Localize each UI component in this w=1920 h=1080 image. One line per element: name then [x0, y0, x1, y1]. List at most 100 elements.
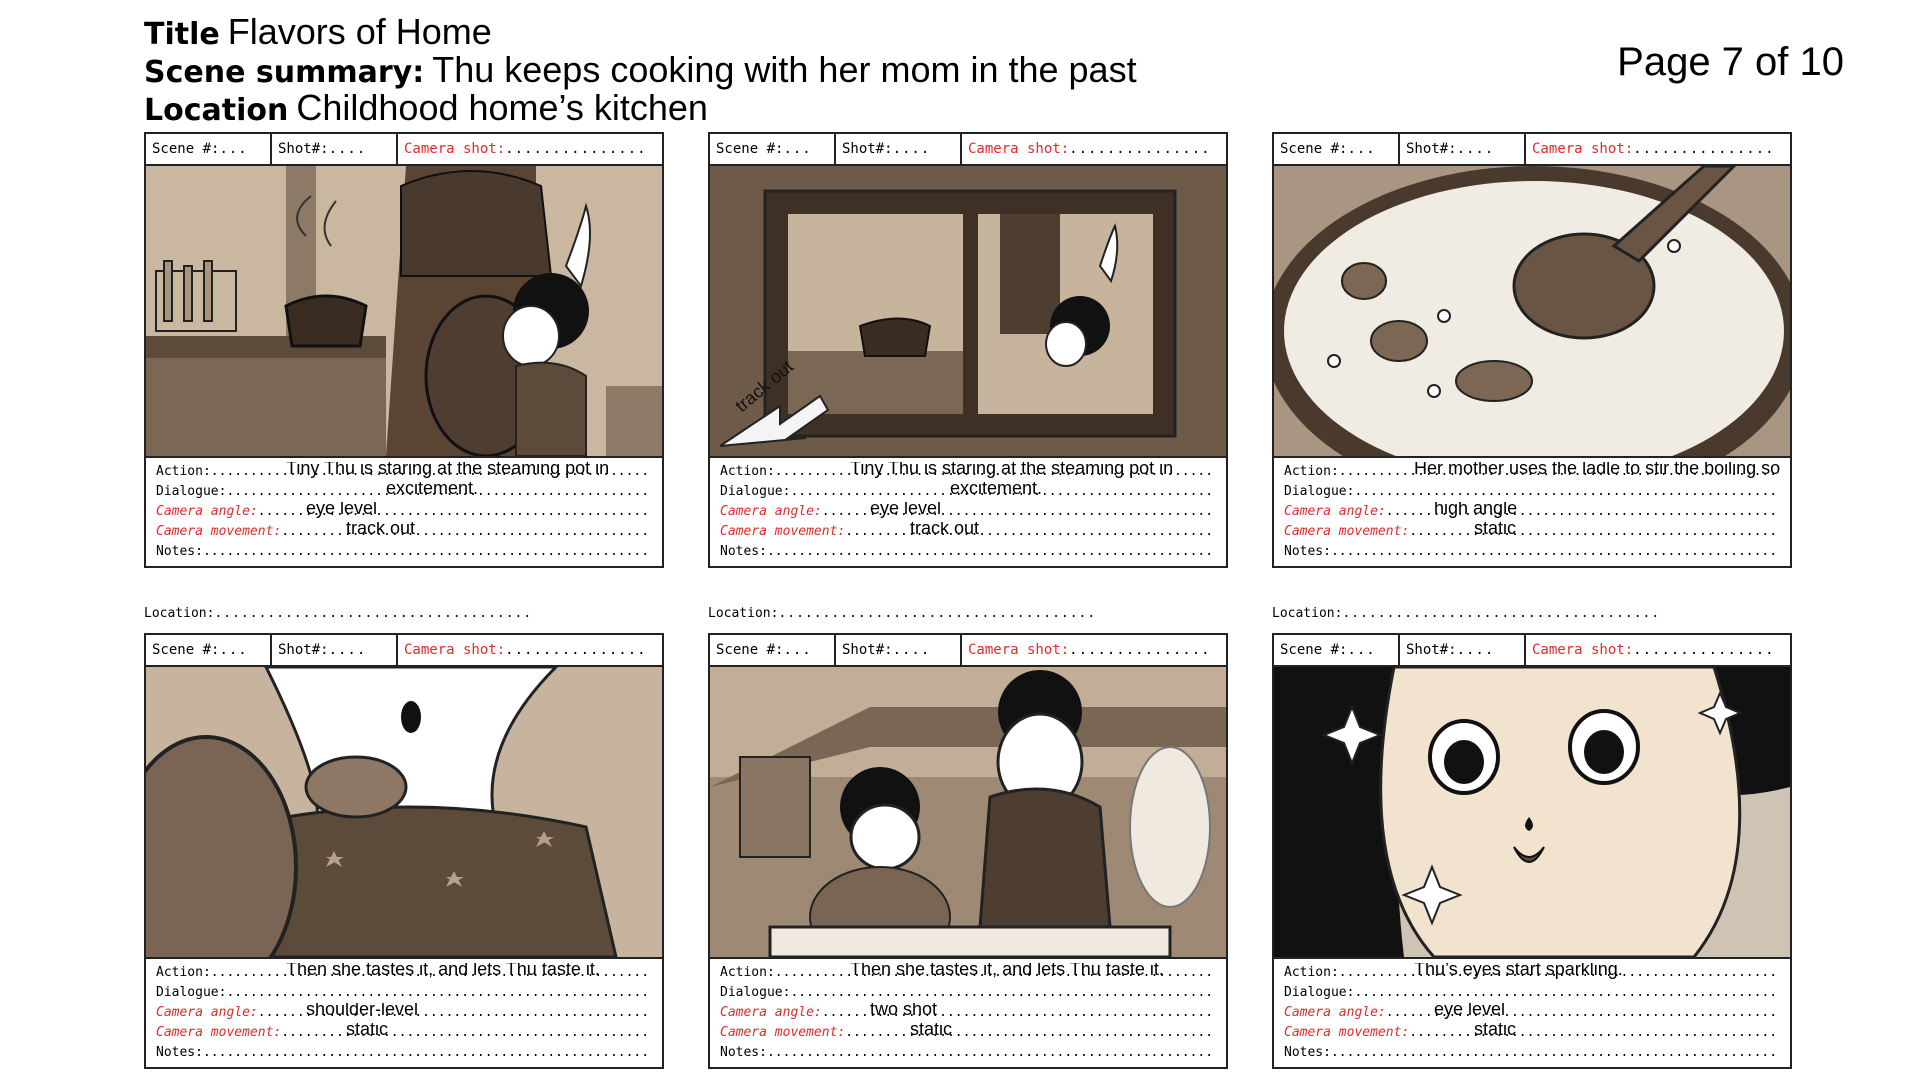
- notes-label: Notes:: [156, 1045, 203, 1060]
- camera-movement-row: Camera movement:........................…: [1284, 522, 1780, 542]
- camera-movement-row: Camera movement:........................…: [720, 522, 1216, 542]
- notes-label: Notes:: [1284, 1045, 1331, 1060]
- camera-angle-row: Camera angle:...........................…: [720, 1003, 1216, 1023]
- panel-notes: Action:.................................…: [1274, 458, 1790, 562]
- action-label: Action:: [1284, 965, 1339, 980]
- shot-field: Shot#:....7.3.1: [272, 635, 398, 665]
- camera-movement-value: static: [346, 1023, 389, 1039]
- camera-angle-label: Camera angle:: [1284, 1005, 1386, 1020]
- notes-row: Notes:..................................…: [1284, 544, 1780, 559]
- action-label: Action:: [156, 965, 211, 980]
- location-field-label: Location:: [144, 606, 215, 621]
- dialogue-row: Dialogue:...............................…: [1284, 985, 1780, 1000]
- action-value: Then she tastes it, and lets Thu taste i…: [286, 963, 600, 979]
- action-row: Action:.................................…: [1284, 462, 1780, 482]
- summary-line: Scene summary: Thu keeps cooking with her…: [144, 52, 1137, 88]
- dialogue-row: Dialogue:...............................…: [720, 482, 1216, 502]
- camera-movement-row: Camera movement:........................…: [1284, 1023, 1780, 1043]
- dialogue-label: Dialogue:: [156, 985, 227, 1000]
- title-line: Title Flavors of Home: [144, 14, 492, 50]
- scene-field: Scene #:...: [1274, 134, 1400, 164]
- storyboard-panel: Scene #:...Shot#:....7.1 Camera shot:....…: [708, 132, 1228, 568]
- camera-angle-label: Camera angle:: [1284, 504, 1386, 519]
- camera-angle-label: Camera angle:: [720, 1005, 822, 1020]
- camera-movement-label: Camera movement:: [156, 1025, 282, 1040]
- panel-artwork: [710, 667, 1226, 959]
- notes-label: Notes:: [1284, 544, 1331, 559]
- scene-summary: Thu keeps cooking with her mom in the pa…: [432, 49, 1137, 90]
- camera-angle-row: Camera angle:...........................…: [156, 1003, 652, 1023]
- panel-artwork: [1274, 166, 1790, 458]
- storyboard-panel: Scene #:...Shot#:....7.4 Camera shot:....…: [1272, 633, 1792, 1069]
- camera-angle-value: two shot: [870, 1003, 938, 1019]
- location-field-label: Location:: [1272, 606, 1343, 621]
- dialogue-label: Dialogue:: [1284, 985, 1355, 1000]
- scene-label: Scene #:: [716, 642, 784, 658]
- panel-title-bar: Scene #:...Shot#:....7.4 Camera shot:....…: [1274, 635, 1790, 667]
- panel-title-bar: Scene #:...Shot#:....7.1 Camera shot:....…: [710, 134, 1226, 166]
- dialogue-value: excitement.: [386, 482, 479, 498]
- shot-label: Shot#:: [278, 141, 329, 157]
- camera-movement-label: Camera movement:: [1284, 1025, 1410, 1040]
- dialogue-label: Dialogue:: [720, 484, 791, 499]
- notes-row: Notes:..................................…: [720, 1045, 1216, 1060]
- camera-shot-field: Camera shot:...............mid shot: [404, 141, 647, 157]
- action-row: Action:.................................…: [720, 963, 1216, 983]
- summary-label: Scene summary:: [144, 55, 425, 90]
- panel-notes: Action:.................................…: [146, 959, 662, 1063]
- action-label: Action:: [1284, 464, 1339, 479]
- camera-movement-row: Camera movement:........................…: [156, 522, 652, 542]
- scene-label: Scene #:: [716, 141, 784, 157]
- panel-notes: Action:.................................…: [1274, 959, 1790, 1063]
- shot-field: Shot#:....7.1: [272, 134, 398, 164]
- panel-title-bar: Scene #:...Shot#:....7.3.2 Camera shot:..…: [710, 635, 1226, 667]
- dialogue-value: excitement.: [950, 482, 1043, 498]
- panel-title-bar: Scene #:...Shot#:....7.3.1 Camera shot:..…: [146, 635, 662, 667]
- page-number: Page 7 of 10: [1617, 40, 1844, 84]
- camera-angle-value: high angle: [1434, 502, 1518, 518]
- panel-notes: Action:.................................…: [710, 458, 1226, 562]
- camera-movement-label: Camera movement:: [720, 524, 846, 539]
- camera-angle-label: Camera angle:: [156, 1005, 258, 1020]
- camera-angle-value: eye level: [1434, 1003, 1506, 1019]
- action-value: Thu’s eyes start sparkling.: [1414, 963, 1623, 979]
- camera-movement-label: Camera movement:: [156, 524, 282, 539]
- notes-row: Notes:..................................…: [720, 544, 1216, 559]
- action-value: Then she tastes it, and lets Thu taste i…: [850, 963, 1164, 979]
- camera-angle-value: eye level: [306, 502, 378, 518]
- location-line-left: Location:...............................…: [144, 606, 533, 621]
- action-label: Action:: [720, 464, 775, 479]
- location-field-label: Location:: [708, 606, 779, 621]
- action-value: Tiny Thu is staring at the steaming pot …: [286, 462, 610, 478]
- camera-angle-value: shoulder-level: [306, 1003, 419, 1019]
- shot-field: Shot#:....7.3.2: [836, 635, 962, 665]
- camera-movement-value: static: [910, 1023, 953, 1039]
- camera-shot-label: Camera shot:: [1532, 642, 1634, 658]
- camera-movement-label: Camera movement:: [720, 1025, 846, 1040]
- location-line-right: Location:...............................…: [1272, 606, 1661, 621]
- notes-row: Notes:..................................…: [156, 1045, 652, 1060]
- story-title: Flavors of Home: [227, 11, 492, 52]
- panel-notes: Action:.................................…: [710, 959, 1226, 1063]
- camera-angle-label: Camera angle:: [720, 504, 822, 519]
- panel-title-bar: Scene #:...Shot#:....7.2 Camera shot:....…: [1274, 134, 1790, 166]
- action-label: Action:: [720, 965, 775, 980]
- panel-title-bar: Scene #:...7Shot#:....7.1 Camera shot:...…: [146, 134, 662, 166]
- camera-shot-label: Camera shot:: [1532, 141, 1634, 157]
- camera-angle-row: Camera angle:...........................…: [720, 502, 1216, 522]
- scene-field: Scene #:...7: [146, 134, 272, 164]
- panel-artwork: [146, 667, 662, 959]
- notes-label: Notes:: [720, 1045, 767, 1060]
- notes-label: Notes:: [720, 544, 767, 559]
- storyboard-panel: Scene #:...Shot#:....7.2 Camera shot:....…: [1272, 132, 1792, 568]
- panel-artwork: track out: [710, 166, 1226, 458]
- panel-artwork: [146, 166, 662, 458]
- location-line-middle: Location:...............................…: [708, 606, 1097, 621]
- notes-label: Notes:: [156, 544, 203, 559]
- camera-angle-row: Camera angle:...........................…: [1284, 502, 1780, 522]
- notes-row: Notes:..................................…: [1284, 1045, 1780, 1060]
- camera-movement-value: track out: [346, 522, 416, 538]
- camera-movement-value: static: [1474, 522, 1517, 538]
- camera-angle-value: eye level: [870, 502, 942, 518]
- action-value: Tiny Thu is staring at the steaming pot …: [850, 462, 1174, 478]
